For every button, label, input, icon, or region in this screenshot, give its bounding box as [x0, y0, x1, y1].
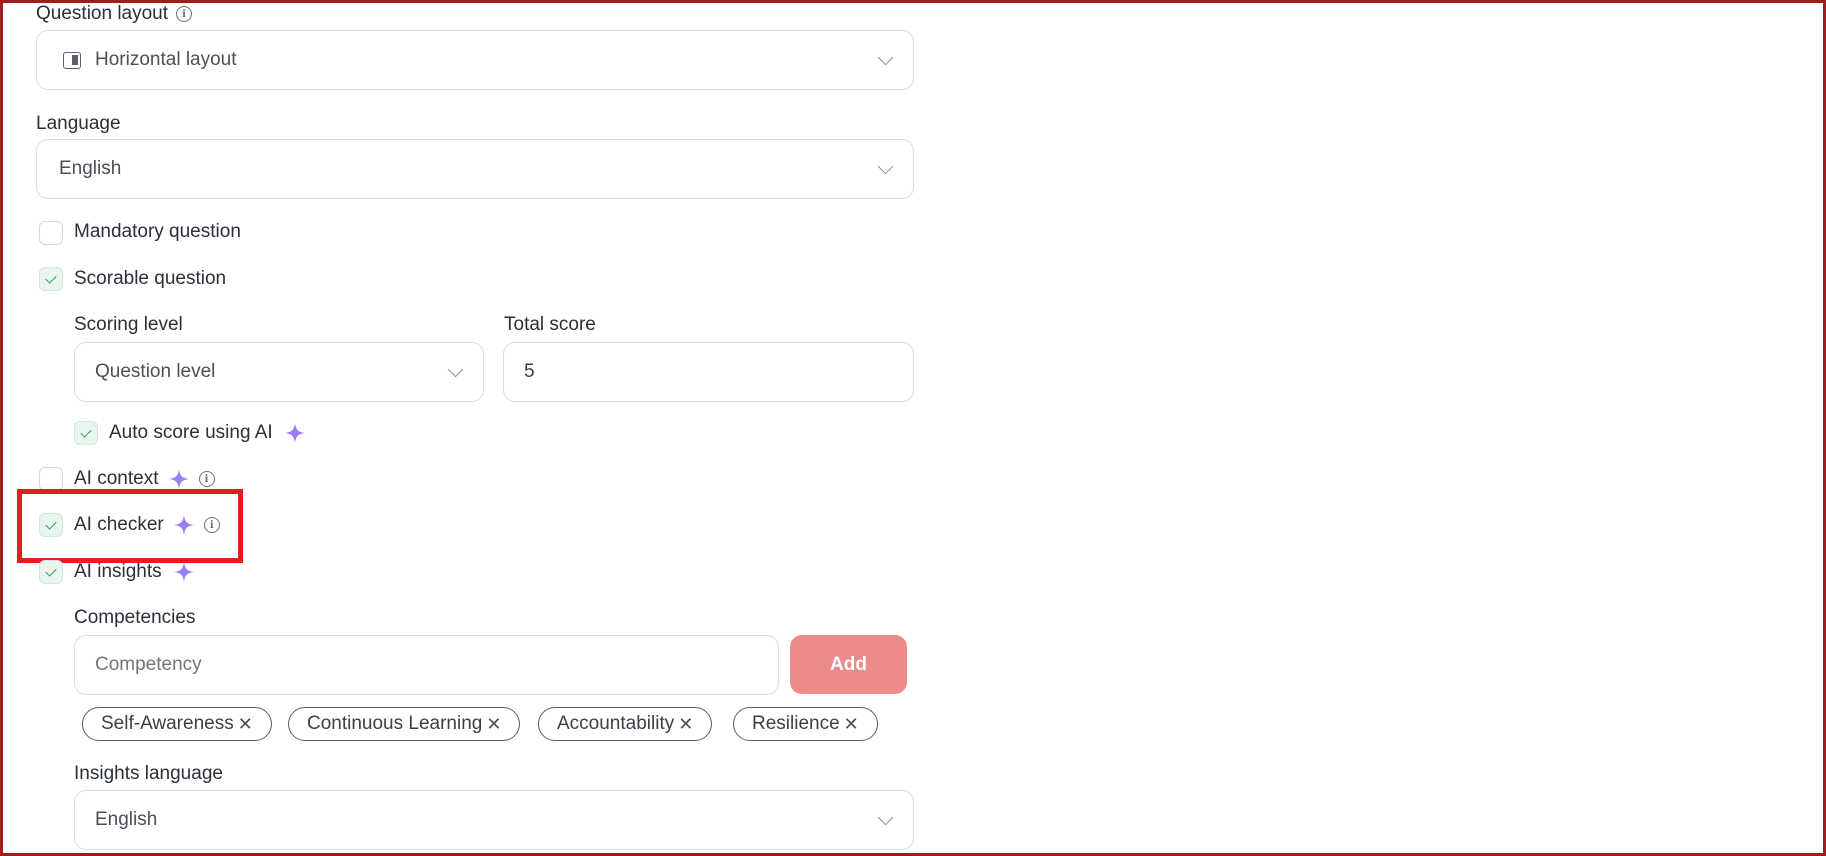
- sparkle-icon: [173, 562, 194, 582]
- scorable-label: Scorable question: [74, 268, 227, 289]
- sparkle-icon: [284, 423, 305, 443]
- close-icon[interactable]: ✕: [238, 714, 253, 735]
- language-select[interactable]: English: [36, 139, 914, 199]
- ai-checker-row: AI checker i: [74, 514, 220, 536]
- check-icon: [45, 271, 57, 284]
- language-value: English: [59, 158, 122, 179]
- mandatory-label: Mandatory question: [74, 221, 241, 242]
- total-score-label: Total score: [504, 314, 596, 335]
- ai-checker-label: AI checker: [74, 514, 164, 535]
- competency-input[interactable]: [74, 635, 779, 695]
- total-score-input[interactable]: 5: [503, 342, 914, 402]
- ai-context-row: AI context i: [74, 468, 215, 490]
- sparkle-icon: [168, 469, 189, 489]
- mandatory-checkbox[interactable]: [39, 221, 63, 245]
- layout-icon: [63, 51, 81, 69]
- ai-checker-checkbox[interactable]: [39, 513, 63, 537]
- ai-context-label: AI context: [74, 468, 159, 489]
- sparkle-icon: [173, 515, 194, 535]
- auto-score-checkbox[interactable]: [74, 421, 98, 445]
- insights-language-select[interactable]: English: [74, 790, 914, 850]
- ai-insights-row: AI insights: [74, 561, 194, 583]
- chevron-down-icon: [447, 361, 464, 378]
- close-icon[interactable]: ✕: [844, 714, 859, 735]
- chevron-down-icon: [877, 49, 894, 66]
- ai-insights-checkbox[interactable]: [39, 560, 63, 584]
- competency-chip: Self-Awareness ✕: [82, 707, 272, 741]
- competencies-label: Competencies: [74, 607, 196, 628]
- question-layout-value: Horizontal layout: [95, 49, 237, 70]
- check-icon: [45, 564, 57, 577]
- competency-chip: Resilience ✕: [733, 707, 878, 741]
- competency-chip: Accountability ✕: [538, 707, 713, 741]
- close-icon[interactable]: ✕: [678, 714, 693, 735]
- auto-score-label: Auto score using AI: [109, 422, 273, 443]
- chevron-down-icon: [877, 809, 894, 826]
- ai-context-checkbox[interactable]: [39, 467, 63, 491]
- info-icon[interactable]: i: [198, 471, 215, 487]
- question-layout-select[interactable]: Horizontal layout: [36, 30, 914, 90]
- insights-language-value: English: [95, 809, 158, 830]
- auto-score-row: Auto score using AI: [109, 422, 305, 444]
- scorable-checkbox[interactable]: [39, 267, 63, 291]
- info-icon[interactable]: i: [176, 6, 193, 22]
- language-label: Language: [36, 113, 121, 134]
- scoring-level-select[interactable]: Question level: [74, 342, 484, 402]
- scoring-level-label: Scoring level: [74, 314, 183, 335]
- info-icon[interactable]: i: [203, 517, 220, 533]
- add-competency-button[interactable]: Add: [790, 635, 907, 694]
- ai-insights-label: AI insights: [74, 561, 162, 582]
- competency-chip: Continuous Learning ✕: [288, 707, 521, 741]
- chevron-down-icon: [877, 158, 894, 175]
- scoring-level-value: Question level: [95, 361, 216, 382]
- question-layout-label: Question layout i: [36, 3, 193, 25]
- check-icon: [45, 517, 57, 530]
- insights-language-label: Insights language: [74, 763, 223, 784]
- close-icon[interactable]: ✕: [486, 714, 501, 735]
- check-icon: [80, 425, 92, 438]
